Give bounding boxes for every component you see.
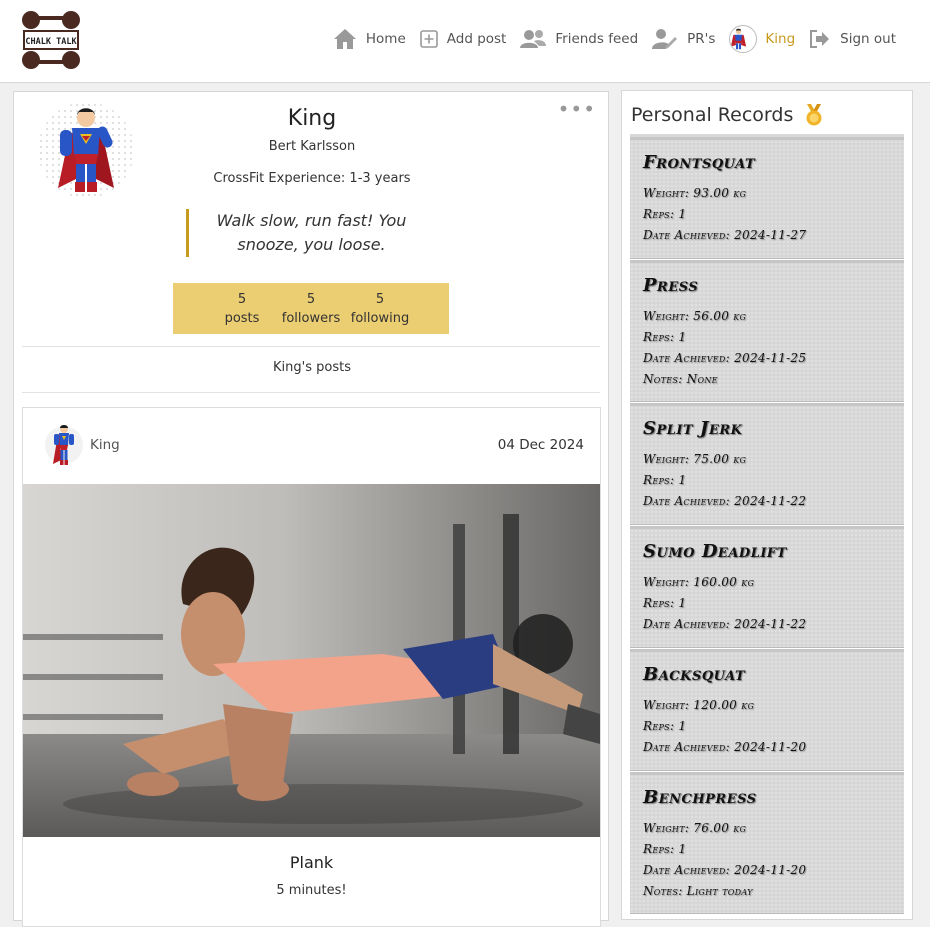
profile-username: King	[287, 106, 337, 131]
main-nav: Home Add post Friends feed PR's King Sig…	[326, 22, 903, 56]
stat-posts[interactable]: 5 posts	[208, 290, 277, 328]
nav-add-post-label: Add post	[446, 31, 507, 47]
posts-heading: King's posts	[273, 360, 351, 375]
user-edit-icon	[652, 29, 678, 49]
stat-posts-count: 5	[237, 291, 247, 307]
pr-reps: Reps: 1	[643, 473, 687, 487]
stat-following-count: 5	[375, 291, 385, 307]
pr-date: Date Achieved: 2024-11-27	[643, 228, 807, 242]
post-date: 04 Dec 2024	[497, 437, 584, 453]
nav-avatar	[729, 25, 758, 53]
pr-reps: Reps: 1	[643, 330, 687, 344]
pr-date: Date Achieved: 2024-11-22	[643, 617, 807, 631]
nav-sign-out[interactable]: Sign out	[802, 22, 903, 56]
stat-posts-label: posts	[224, 310, 260, 326]
pr-lift: Press	[643, 275, 699, 296]
nav-friends-feed-label: Friends feed	[555, 31, 639, 47]
medal-icon	[806, 104, 822, 126]
pr-reps: Reps: 1	[643, 842, 687, 856]
nav-prs[interactable]: PR's	[645, 22, 722, 56]
pr-weight: Weight: 76.00 kg	[643, 821, 747, 835]
pr-weight: Weight: 120.00 kg	[643, 698, 755, 712]
post-author-avatar[interactable]	[45, 422, 83, 468]
pr-card[interactable]: Benchpress Weight: 76.00 kg Reps: 1 Date…	[630, 772, 904, 914]
post-text: 5 minutes!	[276, 883, 347, 898]
nav-friends-feed[interactable]: Friends feed	[513, 22, 645, 56]
pr-heading: Personal Records	[631, 103, 825, 127]
nav-sign-out-label: Sign out	[840, 31, 896, 47]
pr-weight: Weight: 160.00 kg	[643, 575, 755, 589]
pr-date: Date Achieved: 2024-11-20	[643, 863, 807, 877]
stat-followers[interactable]: 5 followers	[277, 290, 346, 328]
pr-date: Date Achieved: 2024-11-25	[643, 351, 807, 365]
pr-card[interactable]: Sumo Deadlift Weight: 160.00 kg Reps: 1 …	[630, 526, 904, 648]
users-icon	[520, 30, 547, 48]
post-author-name[interactable]: King	[90, 437, 120, 453]
personal-records-panel: Personal Records Frontsquat Weight: 93.0…	[621, 90, 913, 920]
pr-weight: Weight: 75.00 kg	[643, 452, 747, 466]
plus-square-icon	[419, 30, 438, 48]
pr-lift: Backsquat	[643, 664, 746, 685]
post-title: Plank	[289, 853, 334, 872]
svg-text:CHALK TALK: CHALK TALK	[25, 37, 77, 47]
pr-notes: Notes: Light today	[643, 884, 753, 898]
nav-profile-label: King	[765, 31, 796, 47]
sign-out-icon	[810, 30, 830, 48]
stat-following[interactable]: 5 following	[346, 290, 415, 328]
pr-card[interactable]: Split Jerk Weight: 75.00 kg Reps: 1 Date…	[630, 403, 904, 525]
pr-reps: Reps: 1	[643, 596, 687, 610]
nav-home-label: Home	[365, 31, 406, 47]
post-image	[23, 484, 600, 837]
navbar: CHALK TALK Home Add post Friends feed PR…	[0, 0, 930, 83]
profile-quote: Walk slow, run fast! You snooze, you loo…	[186, 209, 426, 257]
stat-followers-label: followers	[281, 310, 341, 326]
pr-weight: Weight: 56.00 kg	[643, 309, 747, 323]
home-icon	[333, 29, 356, 49]
pr-card[interactable]: Frontsquat Weight: 93.00 kg Reps: 1 Date…	[630, 137, 904, 259]
nav-add-post[interactable]: Add post	[413, 22, 514, 56]
stat-following-label: following	[350, 310, 410, 326]
chalk-talk-logo[interactable]: CHALK TALK	[21, 10, 81, 70]
pr-lift: Benchpress	[643, 787, 757, 808]
pr-lift: Frontsquat	[643, 152, 756, 173]
pr-card[interactable]: Press Weight: 56.00 kg Reps: 1 Date Achi…	[630, 260, 904, 402]
pr-notes: Notes: None	[643, 372, 718, 386]
pr-lift: Sumo Deadlift	[643, 541, 787, 562]
divider	[22, 346, 600, 347]
nav-profile[interactable]: King	[722, 22, 802, 56]
stat-followers-count: 5	[306, 291, 316, 307]
pr-reps: Reps: 1	[643, 207, 687, 221]
pr-heading-text: Personal Records	[631, 104, 794, 126]
nav-prs-label: PR's	[687, 31, 716, 47]
pr-weight: Weight: 93.00 kg	[643, 186, 747, 200]
profile-stats: 5 posts 5 followers 5 following	[173, 283, 449, 334]
nav-home[interactable]: Home	[326, 22, 413, 56]
profile-experience: CrossFit Experience: 1-3 years	[213, 171, 411, 186]
profile-full-name: Bert Karlsson	[268, 139, 356, 154]
post-card: King 04 Dec 2024 Plank 5 minutes!	[22, 407, 601, 927]
pr-reps: Reps: 1	[643, 719, 687, 733]
divider	[22, 392, 600, 393]
pr-card[interactable]: Backsquat Weight: 120.00 kg Reps: 1 Date…	[630, 649, 904, 771]
profile-panel: ••• King Bert Karlsson CrossFit Experien…	[13, 91, 609, 927]
pr-lift: Split Jerk	[643, 418, 743, 439]
pr-date: Date Achieved: 2024-11-20	[643, 740, 807, 754]
pr-date: Date Achieved: 2024-11-22	[643, 494, 807, 508]
